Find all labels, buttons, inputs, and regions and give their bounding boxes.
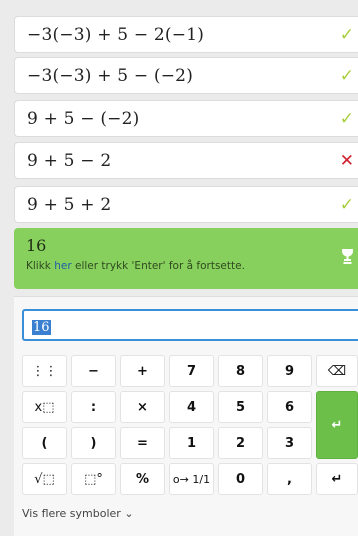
result-value: 16 [26,236,47,255]
cross-icon: ✕ [339,150,354,171]
step-expression: 9 + 5 + 2 [27,194,112,215]
check-icon: ✓ [339,108,354,129]
step-expression: 9 + 5 − (−2) [27,108,140,129]
key-open-paren[interactable]: ( [22,427,67,459]
result-banner: 16 Klikk her eller trykk 'Enter' for å f… [14,228,358,289]
key-degree[interactable]: ⬚° [71,463,116,495]
more-symbols-toggle[interactable]: Vis flere symboler ⌄ [22,507,134,520]
key-divide[interactable]: : [71,391,116,423]
key-fraction-toggle[interactable]: o→ 1/1 [169,463,214,495]
hint-text-after: eller trykk 'Enter' for å fortsette. [71,260,245,272]
continue-link[interactable]: her [54,260,71,272]
step-expression: −3(−3) + 5 − 2(−1) [27,24,205,45]
key-9[interactable]: 9 [267,355,312,387]
check-icon: ✓ [339,194,354,215]
step-row: −3(−3) + 5 − 2(−1) ✓ [14,16,358,53]
key-percent[interactable]: % [120,463,165,495]
key-7[interactable]: 7 [169,355,214,387]
key-matrix[interactable]: ⋮⋮ [22,355,67,387]
key-5[interactable]: 5 [218,391,263,423]
key-4[interactable]: 4 [169,391,214,423]
key-0[interactable]: 0 [218,463,263,495]
step-row: 9 + 5 − 2 ✕ [14,142,358,179]
step-expression: −3(−3) + 5 − (−2) [27,65,194,86]
trophy-icon [342,249,353,264]
key-comma[interactable]: , [267,463,312,495]
newline-key[interactable]: ↵ [316,463,358,495]
step-row: 9 + 5 − (−2) ✓ [14,100,358,137]
hint-text-before: Klikk [26,260,55,272]
backspace-key[interactable]: ⌫ [316,355,358,387]
key-sqrt[interactable]: √⬚ [22,463,67,495]
key-2[interactable]: 2 [218,427,263,459]
continue-hint: Klikk her eller trykk 'Enter' for å fort… [26,260,358,272]
key-3[interactable]: 3 [267,427,312,459]
key-close-paren[interactable]: ) [71,427,116,459]
answer-input[interactable]: 16 [22,309,358,341]
step-row: −3(−3) + 5 − (−2) ✓ [14,57,358,94]
selected-input-text: 16 [32,320,51,335]
key-8[interactable]: 8 [218,355,263,387]
math-keyboard-panel: 16 ⋮⋮ − + 7 8 9 ⌫ x⬚ : × 4 5 6 ↵ ( ) = 1… [14,296,358,536]
step-expression: 9 + 5 − 2 [27,150,112,171]
key-power[interactable]: x⬚ [22,391,67,423]
key-multiply[interactable]: × [120,391,165,423]
key-plus[interactable]: + [120,355,165,387]
key-minus[interactable]: − [71,355,116,387]
step-row: 9 + 5 + 2 ✓ [14,186,358,223]
check-icon: ✓ [339,65,354,86]
key-6[interactable]: 6 [267,391,312,423]
enter-key[interactable]: ↵ [316,391,358,459]
key-1[interactable]: 1 [169,427,214,459]
check-icon: ✓ [339,24,354,45]
key-equals[interactable]: = [120,427,165,459]
